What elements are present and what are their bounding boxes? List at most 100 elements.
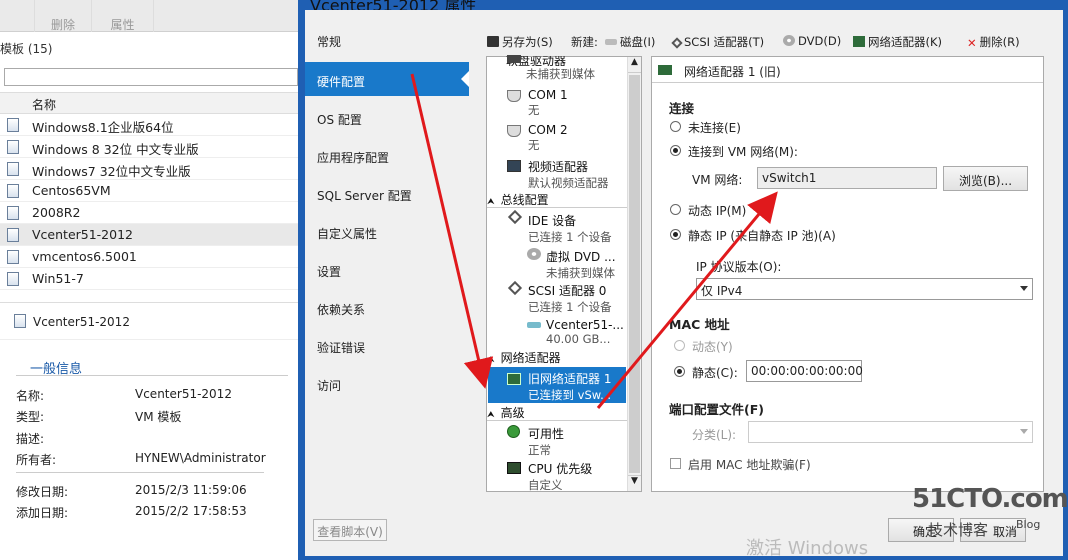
template-row[interactable]: Windows7 32位中文专业版: [0, 158, 298, 180]
template-row[interactable]: Windows 8 32位 中文专业版: [0, 136, 298, 158]
dynamic-ip-radio[interactable]: [670, 204, 681, 215]
not-connected-radio[interactable]: [670, 121, 681, 132]
nav-item-application[interactable]: 应用程序配置: [305, 138, 469, 172]
tree-node-label: 旧网络适配器 1: [528, 372, 612, 386]
tree-scrollbar[interactable]: ▲ ▼: [627, 57, 641, 491]
ip-protocol-select[interactable]: 仅 IPv4: [696, 278, 1033, 300]
static-ip-radio[interactable]: [670, 229, 681, 240]
classification-label: 分类(L):: [692, 428, 737, 442]
cancel-label: 取消: [992, 525, 1017, 539]
tree-node-video[interactable]: 视频适配器 默认视频适配器: [528, 158, 609, 191]
section-advanced[interactable]: ⮝ 高级: [487, 404, 627, 421]
section-bus-config[interactable]: ⮝ 总线配置: [487, 191, 627, 208]
mac-address-input[interactable]: 00:00:00:00:00:00: [746, 360, 863, 382]
network-adapter-icon: [658, 65, 672, 75]
mac-spoofing-checkbox[interactable]: [670, 458, 681, 469]
network-adapter-icon: [853, 36, 865, 47]
template-icon: [7, 140, 19, 154]
nav-item-hardware[interactable]: 硬件配置: [305, 62, 469, 96]
tree-node-com1[interactable]: COM 1 无: [528, 88, 568, 118]
tree-node-label: 虚拟 DVD ...: [546, 250, 616, 264]
tree-node-availability[interactable]: 可用性 正常: [528, 425, 564, 458]
tree-node-cpu-priority[interactable]: CPU 优先级 自定义: [528, 460, 592, 493]
tree-node-label: IDE 设备: [528, 214, 577, 228]
tree-node-virtual-disk[interactable]: Vcenter51-... 40.00 GB...: [546, 318, 624, 346]
properties-button[interactable]: 属性: [92, 0, 154, 32]
section-label: 网络适配器: [500, 351, 561, 365]
tree-node-sub: 已连接到 vSw...: [528, 388, 612, 402]
nav-item-settings[interactable]: 设置: [305, 252, 469, 286]
mac-dynamic-radio[interactable]: [674, 340, 685, 351]
name-column-header[interactable]: 名称: [0, 92, 298, 114]
tree-node-sub: 未捕获到媒体: [526, 67, 595, 81]
info-value-name: Vcenter51-2012: [135, 387, 232, 401]
nav-item-access[interactable]: 访问: [305, 366, 469, 400]
tree-node-label: Vcenter51-...: [546, 318, 624, 332]
site-watermark-logo: 51CTO.com: [912, 484, 1068, 514]
mac-group-title: MAC 地址: [669, 317, 730, 332]
new-disk-button[interactable]: 磁盘(I): [605, 34, 655, 50]
ip-protocol-value: 仅 IPv4: [701, 284, 743, 298]
mac-static-radio[interactable]: [674, 366, 685, 377]
new-scsi-button[interactable]: SCSI 适配器(T): [671, 34, 764, 50]
template-row[interactable]: Win51-7: [0, 268, 298, 290]
section-network-adapters[interactable]: ⮝ 网络适配器: [487, 349, 627, 366]
template-name: Vcenter51-2012: [32, 227, 133, 242]
vm-network-label: VM 网络:: [692, 173, 743, 187]
tree-node-sub: 自定义: [528, 478, 563, 492]
template-icon: [7, 250, 19, 264]
template-name: Windows8.1企业版64位: [32, 120, 174, 135]
monitor-icon: [507, 160, 521, 172]
tree-node-com2[interactable]: COM 2 无: [528, 123, 568, 153]
browse-button[interactable]: 浏览(B)...: [943, 166, 1028, 191]
template-icon: [7, 206, 19, 220]
delete-hardware-button[interactable]: ✕ 删除(R): [967, 34, 1020, 50]
template-icon: [14, 314, 26, 328]
template-search-input[interactable]: [4, 68, 298, 86]
nav-item-os[interactable]: OS 配置: [305, 100, 469, 134]
site-watermark-sub: 技术博客: [928, 521, 989, 539]
view-script-button[interactable]: 查看脚本(V): [313, 519, 387, 541]
tree-node-virtual-dvd[interactable]: 虚拟 DVD ... 未捕获到媒体: [546, 248, 616, 281]
template-row-selected[interactable]: Vcenter51-2012: [0, 224, 298, 246]
connect-vm-network-radio[interactable]: [670, 145, 681, 156]
tree-node-label: SCSI 适配器 0: [528, 284, 607, 298]
nav-item-general[interactable]: 常规: [305, 22, 469, 56]
classification-select[interactable]: [748, 421, 1033, 443]
template-row[interactable]: vmcentos6.5001: [0, 246, 298, 268]
template-row[interactable]: Centos65VM: [0, 180, 298, 202]
template-row[interactable]: 2008R2: [0, 202, 298, 224]
nav-item-custom-properties[interactable]: 自定义属性: [305, 214, 469, 248]
properties-button-label: 属性: [110, 18, 135, 32]
chevron-up-icon[interactable]: ▲: [628, 57, 641, 73]
tree-node-sub: 未捕获到媒体: [546, 266, 615, 280]
tree-node-scsi0[interactable]: SCSI 适配器 0 已连接 1 个设备: [528, 282, 612, 315]
template-name: Win51-7: [32, 271, 84, 286]
scrollbar-thumb[interactable]: [629, 75, 640, 473]
info-value-owner: HYNEW\Administrator: [135, 451, 266, 465]
chevron-down-icon[interactable]: ▼: [628, 475, 641, 491]
dvd-label: DVD(D): [798, 34, 842, 48]
details-header: 网络适配器 1 (旧): [652, 57, 1043, 83]
divider: [16, 375, 288, 376]
tree-node-ide[interactable]: IDE 设备 已连接 1 个设备: [528, 212, 612, 245]
template-icon: [7, 162, 19, 176]
dialog-nav: 常规 硬件配置 OS 配置 应用程序配置 SQL Server 配置 自定义属性…: [305, 22, 469, 516]
template-row[interactable]: Windows8.1企业版64位: [0, 114, 298, 136]
floppy-icon: [507, 55, 521, 63]
dynamic-ip-label: 动态 IP(M): [688, 204, 747, 218]
divider: [16, 472, 264, 473]
new-nic-button[interactable]: 网络适配器(K): [853, 34, 942, 50]
new-dvd-button[interactable]: DVD(D): [783, 34, 841, 48]
port-profile-group-title: 端口配置文件(F): [669, 402, 764, 417]
nav-item-dependencies[interactable]: 依赖关系: [305, 290, 469, 324]
network-adapter-icon: [507, 373, 521, 385]
delete-button[interactable]: 删除: [34, 0, 92, 32]
nav-item-validation-errors[interactable]: 验证错误: [305, 328, 469, 362]
save-as-label: 另存为(S): [502, 35, 553, 49]
nav-item-sql-server[interactable]: SQL Server 配置: [305, 176, 469, 210]
save-as-button[interactable]: 另存为(S): [487, 34, 553, 50]
info-key-description: 描述:: [16, 432, 45, 446]
vm-network-field[interactable]: vSwitch1: [757, 167, 937, 189]
not-connected-label: 未连接(E): [688, 121, 741, 135]
